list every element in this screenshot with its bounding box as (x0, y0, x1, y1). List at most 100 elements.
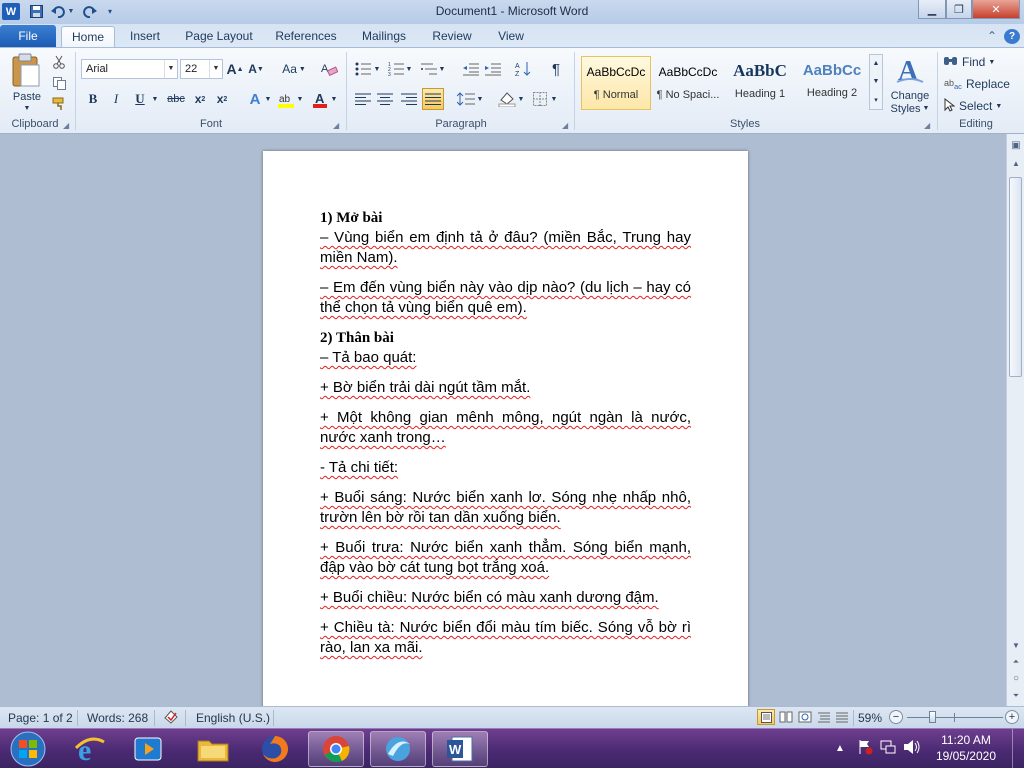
zoom-out-button[interactable]: − (889, 710, 903, 724)
font-size-dropdown-icon[interactable]: ▼ (209, 60, 222, 78)
network-icon[interactable] (880, 739, 898, 759)
styles-gallery-scroll[interactable]: ▲ ▼ ▾ (869, 54, 883, 110)
align-right-icon[interactable] (400, 90, 418, 108)
language-indicator[interactable]: English (U.S.) (196, 711, 270, 725)
microsoft-word-icon[interactable]: W (432, 731, 488, 767)
proofing-icon[interactable] (163, 709, 179, 727)
page-count[interactable]: Page: 1 of 2 (8, 711, 73, 725)
web-layout-view-icon[interactable] (798, 711, 812, 726)
paste-button-label[interactable]: Paste (6, 90, 48, 104)
text-effects-icon[interactable]: A (245, 90, 265, 108)
tab-references[interactable]: References (270, 26, 342, 47)
align-left-icon[interactable] (354, 90, 372, 108)
underline-dropdown-icon[interactable]: ▼ (151, 92, 159, 106)
multilevel-list-icon[interactable] (420, 60, 438, 78)
document-paragraph[interactable]: – Tả bao quát: (320, 348, 691, 368)
font-dialog-launcher-icon[interactable]: ◢ (333, 122, 341, 130)
change-case-button[interactable]: Aa ▼ (280, 60, 308, 78)
internet-explorer-icon[interactable]: e (62, 731, 118, 767)
tab-view[interactable]: View (490, 26, 532, 47)
document-paragraph[interactable]: – Vùng biển em định tả ở đâu? (miền Bắc,… (320, 228, 691, 268)
zoom-level[interactable]: 59% (858, 711, 882, 725)
word-count[interactable]: Words: 268 (87, 711, 148, 725)
minimize-button[interactable]: ▁ (918, 0, 946, 19)
file-explorer-icon[interactable] (185, 731, 241, 767)
copy-icon[interactable] (51, 75, 67, 91)
show-formatting-marks-icon[interactable]: ¶ (546, 60, 566, 78)
document-paragraph[interactable]: + Buổi trưa: Nước biển xanh thẳm. Sóng b… (320, 538, 691, 578)
clipboard-dialog-launcher-icon[interactable]: ◢ (63, 122, 71, 130)
scroll-thumb[interactable] (1009, 177, 1022, 377)
bold-icon[interactable]: B (85, 90, 101, 108)
close-button[interactable]: ✕ (972, 0, 1020, 19)
grow-font-icon[interactable]: A ▲ (226, 60, 244, 78)
strikethrough-icon[interactable]: abc (165, 90, 187, 108)
scroll-down-button[interactable]: ▼ (1008, 638, 1024, 654)
start-button[interactable] (2, 731, 54, 767)
select-browse-object-icon[interactable]: ○ (1008, 671, 1024, 687)
line-spacing-dropdown-icon[interactable]: ▼ (476, 92, 484, 106)
style-heading-1[interactable]: AaBbC Heading 1 (725, 56, 795, 110)
document-paragraph[interactable]: + Buổi chiều: Nước biển có màu xanh dươn… (320, 588, 691, 608)
change-styles-icon[interactable]: A (893, 52, 927, 86)
select-button[interactable]: Select ▼ (944, 97, 1016, 115)
find-button[interactable]: Find ▼ (944, 53, 1016, 71)
bullets-icon[interactable] (354, 60, 372, 78)
next-page-icon[interactable]: ⏷ (1008, 688, 1024, 704)
decrease-indent-icon[interactable] (462, 60, 480, 78)
tab-insert[interactable]: Insert (122, 26, 168, 47)
document-paragraph[interactable]: - Tả chi tiết: (320, 458, 691, 478)
scroll-up-button[interactable]: ▲ (1008, 156, 1024, 172)
superscript-icon[interactable]: x2 (213, 90, 231, 108)
styles-dialog-launcher-icon[interactable]: ◢ (924, 122, 932, 130)
borders-icon[interactable] (531, 90, 549, 108)
highlight-dropdown-icon[interactable]: ▼ (296, 92, 304, 106)
numbering-icon[interactable]: 123 (387, 60, 405, 78)
document-paragraph[interactable]: + Chiều tà: Nước biển đổi màu tím biếc. … (320, 618, 691, 658)
paragraph-dialog-launcher-icon[interactable]: ◢ (562, 122, 570, 130)
text-effects-dropdown-icon[interactable]: ▼ (264, 92, 272, 106)
previous-page-icon[interactable]: ⏶ (1008, 654, 1024, 670)
document-page[interactable]: 1) Mở bài – Vùng biển em định tả ở đâu? (… (263, 151, 748, 706)
zoom-in-button[interactable]: + (1005, 710, 1019, 724)
restore-button[interactable]: ❐ (946, 0, 972, 19)
volume-icon[interactable] (903, 739, 923, 759)
show-hidden-icons[interactable]: ▲ (835, 739, 849, 759)
full-screen-reading-view-icon[interactable] (779, 711, 793, 726)
print-layout-view-icon[interactable] (757, 709, 775, 725)
tab-page-layout[interactable]: Page Layout (180, 26, 258, 47)
highlight-icon[interactable]: ab (276, 90, 296, 108)
cut-icon[interactable] (51, 54, 67, 70)
italic-icon[interactable]: I (108, 90, 124, 108)
bullets-dropdown-icon[interactable]: ▼ (373, 62, 381, 76)
document-paragraph[interactable]: + Một không gian mênh mông, ngút ngàn là… (320, 408, 691, 448)
shading-dropdown-icon[interactable]: ▼ (517, 92, 525, 106)
document-body[interactable]: 1) Mở bài – Vùng biển em định tả ở đâu? (… (320, 208, 691, 668)
tab-mailings[interactable]: Mailings (354, 26, 414, 47)
paste-icon[interactable] (8, 51, 44, 89)
subscript-icon[interactable]: x2 (191, 90, 209, 108)
paste-dropdown-icon[interactable]: ▼ (22, 104, 32, 112)
show-desktop-button[interactable] (1012, 729, 1024, 768)
increase-indent-icon[interactable] (484, 60, 502, 78)
borders-dropdown-icon[interactable]: ▼ (550, 92, 558, 106)
font-name-dropdown-icon[interactable]: ▼ (164, 60, 177, 78)
replace-button[interactable]: abac Replace (944, 75, 1016, 93)
align-center-icon[interactable] (376, 90, 394, 108)
zoom-slider-thumb[interactable] (929, 711, 936, 723)
document-heading[interactable]: 2) Thân bài (320, 328, 691, 348)
font-size-combo[interactable]: 22 ▼ (180, 59, 223, 79)
document-paragraph[interactable]: – Em đến vùng biển này vào dịp nào? (du … (320, 278, 691, 318)
minimize-ribbon-icon[interactable]: ⌃ (984, 26, 1000, 47)
vertical-scrollbar[interactable]: ▣ ▲ ▼ ⏶ ○ ⏷ (1006, 134, 1024, 706)
format-painter-icon[interactable] (51, 96, 67, 112)
outline-view-icon[interactable] (817, 711, 831, 726)
document-heading[interactable]: 1) Mở bài (320, 208, 691, 228)
sort-icon[interactable]: AZ (514, 60, 532, 78)
draft-view-icon[interactable] (835, 711, 849, 726)
tab-file[interactable]: File (0, 25, 56, 47)
clear-formatting-icon[interactable]: A (319, 60, 339, 78)
font-color-dropdown-icon[interactable]: ▼ (330, 92, 338, 106)
firefox-icon[interactable] (247, 731, 303, 767)
line-spacing-icon[interactable] (456, 90, 476, 108)
